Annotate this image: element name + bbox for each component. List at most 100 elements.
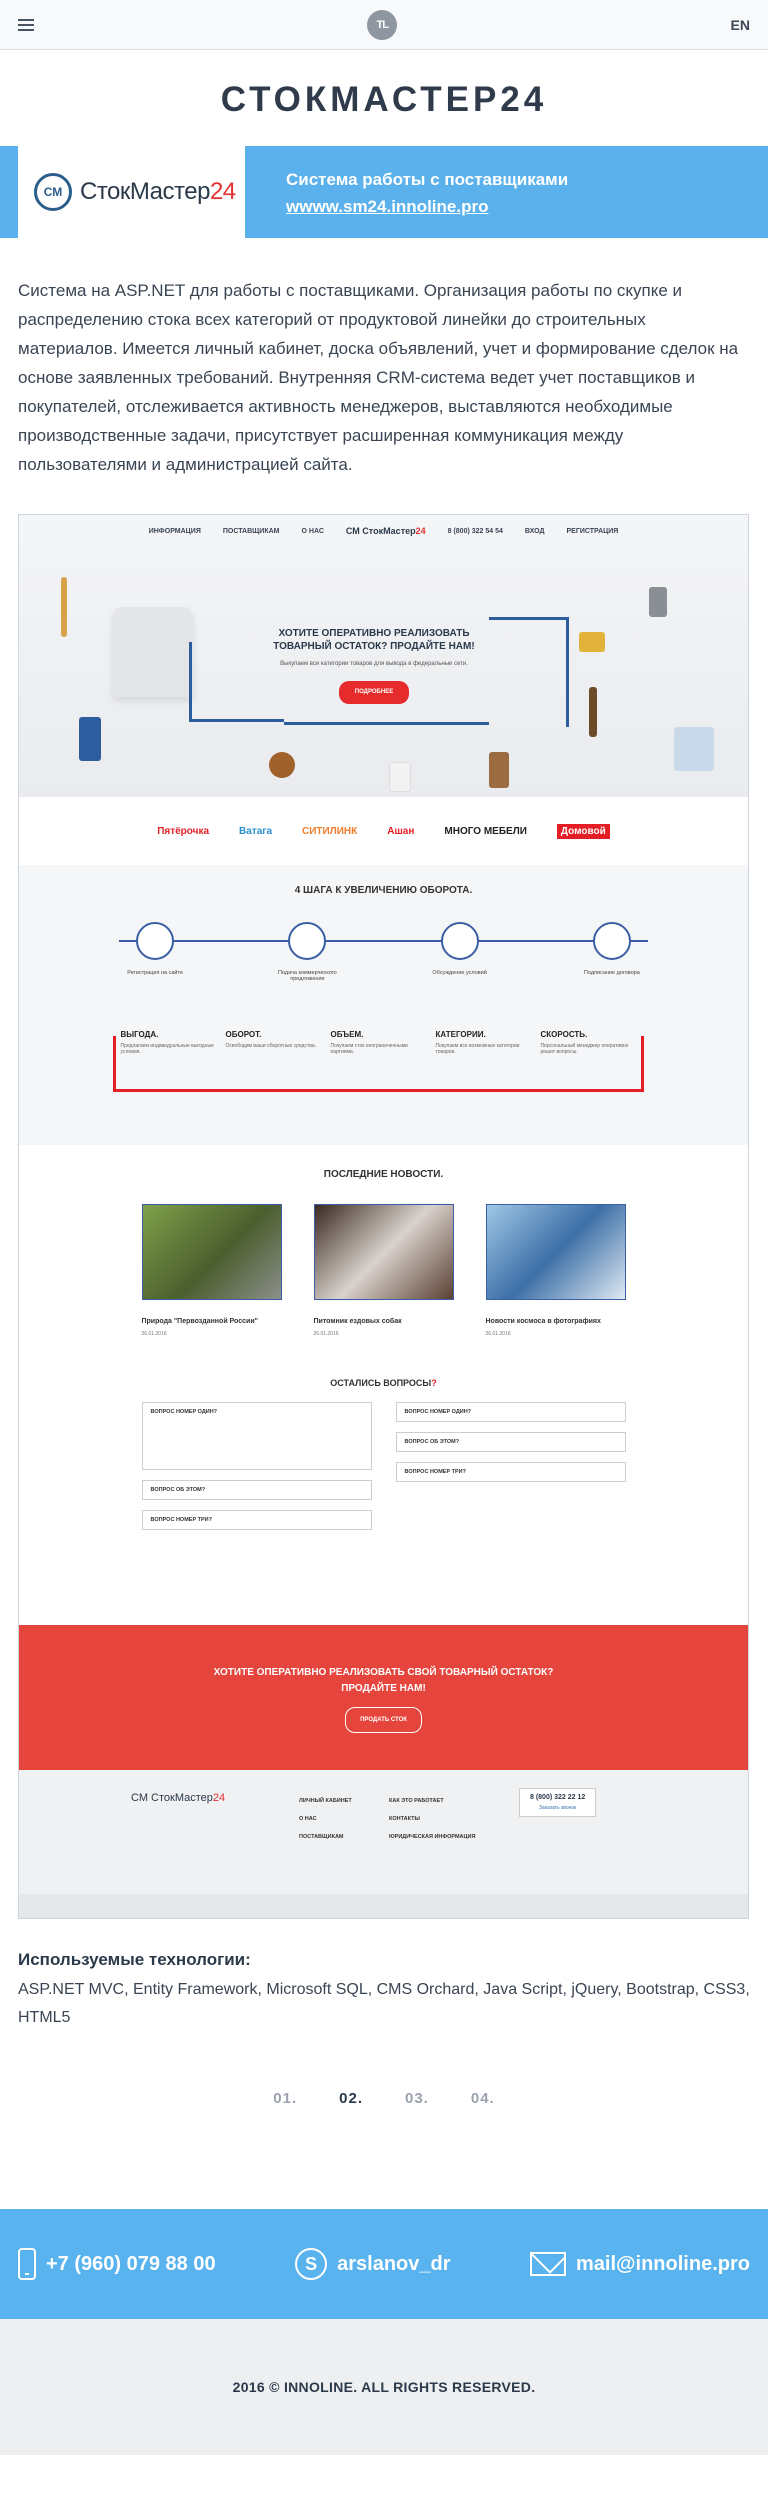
steps-row: Регистрация на сайте Подача коммерческог… xyxy=(79,922,688,982)
project-screenshot: ИНФОРМАЦИЯ ПОСТАВЩИКАМ О НАС СМ СтокМаст… xyxy=(18,514,749,1919)
product-image xyxy=(61,577,67,637)
site-logo[interactable]: TL xyxy=(367,9,398,40)
project-link[interactable]: wwww.sm24.innoline.pro xyxy=(286,197,488,216)
brand-logo: МНОГО МЕБЕЛИ xyxy=(444,825,527,837)
news-item: Новости космоса в фотографиях 26.01.2016 xyxy=(485,1204,626,1338)
shot-news-title: ПОСЛЕДНИЕ НОВОСТИ. xyxy=(323,1169,444,1180)
shot-nav: ИНФОРМАЦИЯ ПОСТАВЩИКАМ О НАС СМ СтокМаст… xyxy=(19,515,748,547)
page-title: СТОКМАСТЕР24 xyxy=(220,80,548,119)
contacts-bar: +7 (960) 079 88 00 S arslanov_dr mail@in… xyxy=(0,2209,768,2319)
email-contact[interactable]: mail@innoline.pro xyxy=(530,2252,750,2276)
faq-item: ВОПРОС НОМЕР ТРИ? xyxy=(141,1510,372,1530)
product-image xyxy=(649,587,667,617)
phone-contact[interactable]: +7 (960) 079 88 00 xyxy=(18,2248,216,2280)
pager-item[interactable]: 01. xyxy=(273,2090,297,2107)
step-icon xyxy=(288,922,327,960)
shot-nav-item: О НАС xyxy=(301,527,324,535)
pager-item[interactable]: 04. xyxy=(471,2090,495,2107)
pager-item[interactable]: 03. xyxy=(405,2090,429,2107)
benefits-box: ВЫГОДА. Предлагаем индивидуальные выгодны… xyxy=(113,1030,644,1092)
product-image xyxy=(489,752,509,788)
shot-faq-title: ОСТАЛИСЬ ВОПРОСЫ? xyxy=(330,1378,437,1388)
brand-name: СтокМастер24 xyxy=(80,178,236,205)
step-item: Подача коммерческого предложения xyxy=(262,922,352,982)
technologies-heading: Используемые технологии: xyxy=(18,1950,251,1969)
news-title: Питомник ездовых собак xyxy=(313,1318,402,1325)
product-image xyxy=(269,752,295,778)
route-line xyxy=(489,617,569,727)
benefit-item: ОБОРОТ. Освободим ваши оборотные средства… xyxy=(225,1030,322,1089)
copyright: 2016 © INNOLINE. ALL RIGHTS RESERVED. xyxy=(232,2379,536,2395)
sweater-image xyxy=(113,607,193,697)
skype-contact[interactable]: S arslanov_dr xyxy=(295,2248,451,2280)
faq-column: ВОПРОС НОМЕР ОДИН? ВОПРОС ОБ ЭТОМ? ВОПРО… xyxy=(395,1402,626,1540)
shot-news-section: ПОСЛЕДНИЕ НОВОСТИ. Природа "Первозданной… xyxy=(19,1145,748,1338)
faq-item: ВОПРОС НОМЕР ТРИ? xyxy=(395,1462,626,1482)
product-image xyxy=(589,687,597,737)
product-image xyxy=(674,727,714,771)
brand-logo: Домовой xyxy=(556,823,610,839)
shot-hero-title: ХОТИТЕ ОПЕРАТИВНО РЕАЛИЗОВАТЬ ТОВАРНЫЙ О… xyxy=(273,628,475,652)
project-description: Система на ASP.NET для работы с поставщи… xyxy=(18,281,739,474)
faq-item: ВОПРОС НОМЕР ОДИН? xyxy=(141,1402,372,1470)
project-banner: СМ СтокМастер24 Система работы с поставщ… xyxy=(0,146,768,238)
shot-cta-button: ПРОДАТЬ СТОК xyxy=(345,1707,422,1733)
shot-nav-item: 8 (800) 322 54 54 xyxy=(447,527,503,535)
email-address: mail@innoline.pro xyxy=(576,2252,750,2275)
shot-hero: ХОТИТЕ ОПЕРАТИВНО РЕАЛИЗОВАТЬ ТОВАРНЫЙ О… xyxy=(19,547,748,797)
news-date: 26.01.2016 xyxy=(313,1331,339,1337)
product-image xyxy=(579,632,605,652)
site-footer: 2016 © INNOLINE. ALL RIGHTS RESERVED. xyxy=(0,2319,768,2455)
news-row: Природа "Первозданной России" 26.01.2016… xyxy=(19,1204,748,1338)
faq-item: ВОПРОС ОБ ЭТОМ? xyxy=(395,1432,626,1452)
brand-logo: СИТИЛИНК xyxy=(302,825,358,837)
mail-icon xyxy=(530,2252,567,2276)
pager-item-active[interactable]: 02. xyxy=(339,2090,363,2107)
skype-handle: arslanov_dr xyxy=(337,2252,451,2275)
shot-cta-section: ХОТИТЕ ОПЕРАТИВНО РЕАЛИЗОВАТЬ СВОЙ ТОВАР… xyxy=(19,1625,748,1770)
product-image xyxy=(79,717,101,761)
benefit-item: КАТЕГОРИИ. Покупаем все возможные категор… xyxy=(435,1030,532,1089)
step-icon xyxy=(440,922,479,960)
faq-item: ВОПРОС НОМЕР ОДИН? xyxy=(395,1402,626,1422)
benefit-item: ВЫГОДА. Предлагаем индивидуальные выгодны… xyxy=(120,1030,217,1089)
top-bar: TL EN xyxy=(0,0,768,50)
shot-footer-bottom xyxy=(19,1894,748,1918)
news-item: Питомник ездовых собак 26.01.2016 xyxy=(313,1204,454,1338)
menu-icon[interactable] xyxy=(18,18,34,31)
phone-number: +7 (960) 079 88 00 xyxy=(46,2252,216,2275)
brand-logo: Ватага xyxy=(239,825,272,837)
shot-footer: СМ СтокМастер24 ЛИЧНЫЙ КАБИНЕТ О НАС ПОС… xyxy=(19,1770,748,1918)
technologies-list: ASP.NET MVC, Entity Framework, Microsoft… xyxy=(18,1981,750,2026)
shot-logo: СМ СтокМастер24 xyxy=(345,526,426,536)
brand-logo: Пятёрочка xyxy=(157,825,210,837)
route-line xyxy=(284,722,489,725)
product-image xyxy=(389,762,411,792)
news-image xyxy=(313,1204,454,1300)
news-title: Новости космоса в фотографиях xyxy=(485,1318,601,1325)
shot-footer-menu: ЛИЧНЫЙ КАБИНЕТ О НАС ПОСТАВЩИКАМ xyxy=(299,1798,352,1840)
shot-brands: Пятёрочка Ватага СИТИЛИНК Ашан МНОГО МЕБ… xyxy=(19,797,748,865)
news-title: Природа "Первозданной России" xyxy=(141,1318,258,1325)
shot-nav-item: ИНФОРМАЦИЯ xyxy=(148,527,201,535)
benefit-item: ОБЪЕМ. Покупаем сток неограниченными парт… xyxy=(330,1030,427,1089)
shot-cta-text: ХОТИТЕ ОПЕРАТИВНО РЕАЛИЗОВАТЬ СВОЙ ТОВАР… xyxy=(213,1667,554,1694)
shot-hero-text: ХОТИТЕ ОПЕРАТИВНО РЕАЛИЗОВАТЬ ТОВАРНЫЙ О… xyxy=(269,627,479,704)
news-date: 26.01.2016 xyxy=(141,1331,167,1337)
shot-footer-menu: КАК ЭТО РАБОТАЕТ КОНТАКТЫ ЮРИДИЧЕСКАЯ ИН… xyxy=(389,1798,476,1840)
faq-column: ВОПРОС НОМЕР ОДИН? ВОПРОС ОБ ЭТОМ? ВОПРО… xyxy=(141,1402,372,1540)
shot-hero-sub: Выкупаем все категории товаров для вывод… xyxy=(280,661,468,667)
step-icon xyxy=(592,922,631,960)
shot-hero-button: ПОДРОБНЕЕ xyxy=(338,681,410,704)
shot-nav-item: ПОСТАВЩИКАМ xyxy=(222,527,280,535)
news-date: 26.01.2016 xyxy=(485,1331,511,1337)
shot-footer-logo: СМ СтокМастер24 xyxy=(131,1792,226,1804)
shot-footer-phone: 8 (800) 322 22 12 Заказать звонок xyxy=(519,1788,597,1817)
news-image xyxy=(141,1204,282,1300)
faq-item: ВОПРОС ОБ ЭТОМ? xyxy=(141,1480,372,1500)
faq-columns: ВОПРОС НОМЕР ОДИН? ВОПРОС ОБ ЭТОМ? ВОПРО… xyxy=(19,1402,748,1540)
shot-nav-item: РЕГИСТРАЦИЯ xyxy=(566,527,619,535)
step-item: Обсуждение условий xyxy=(415,922,505,982)
language-switch[interactable]: EN xyxy=(731,17,750,33)
banner-info: Система работы с поставщиками wwww.sm24.… xyxy=(286,166,568,220)
